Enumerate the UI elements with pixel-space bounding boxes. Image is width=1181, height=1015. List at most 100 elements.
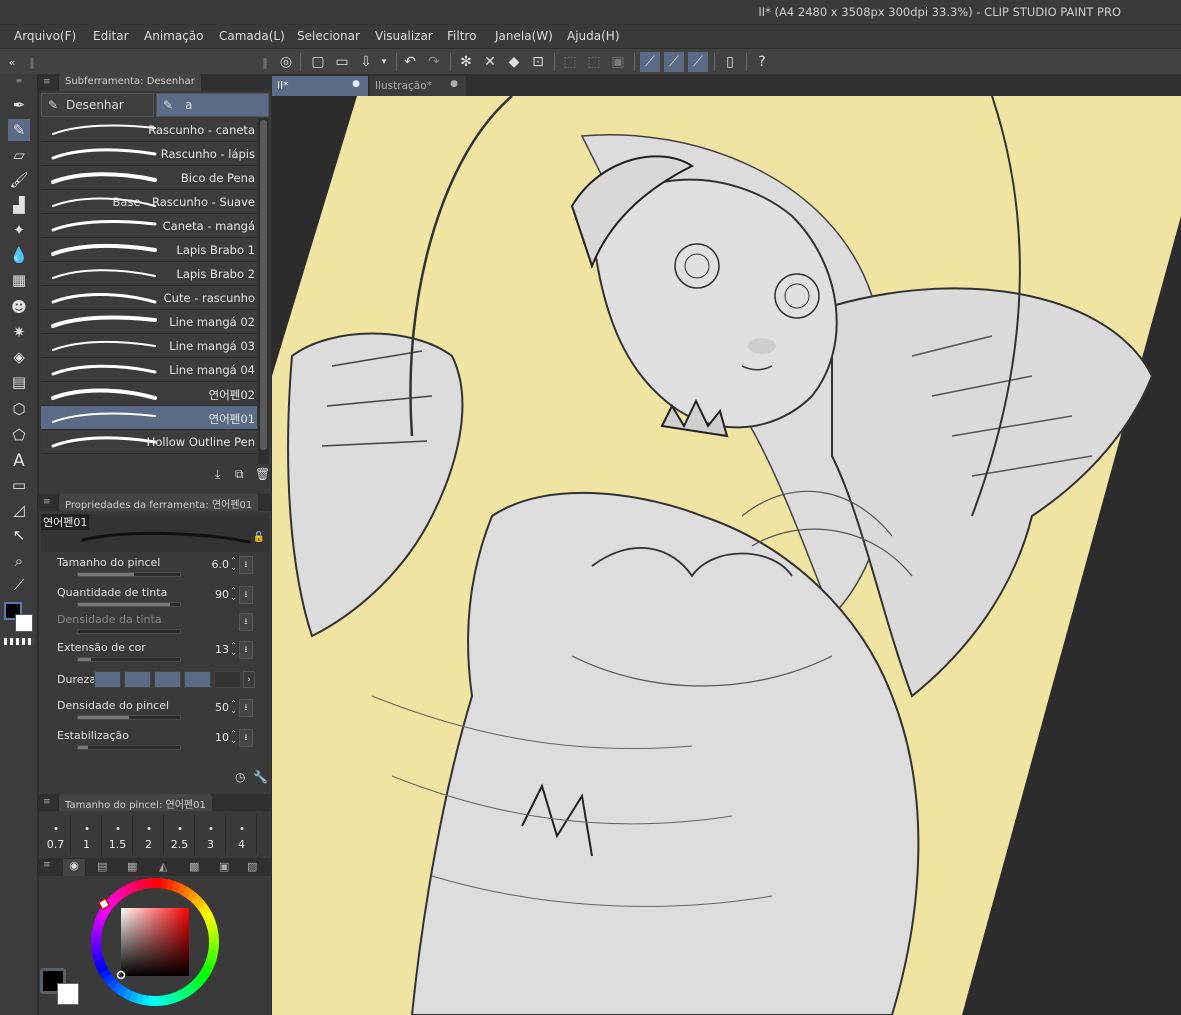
help-icon[interactable]: ? (752, 52, 772, 72)
color-wheel[interactable] (87, 878, 227, 1013)
3d-tool-icon[interactable]: ⬡ (8, 398, 30, 420)
sub-color-chip[interactable] (57, 983, 79, 1005)
hardness-step[interactable] (154, 671, 181, 688)
dynamics-button[interactable]: ⭳ (239, 586, 253, 604)
text-tool-icon[interactable]: A (8, 450, 30, 472)
property-slider[interactable] (77, 715, 181, 720)
menu-editar[interactable]: Editar (93, 29, 129, 43)
new-file-icon[interactable]: ▢ (308, 52, 328, 72)
property-slider[interactable] (77, 657, 181, 662)
auto-select-tool-icon[interactable]: ✷ (8, 321, 30, 343)
menu-selecionar[interactable]: Selecionar (297, 29, 360, 43)
brush-tool-icon[interactable]: 🖌 (8, 169, 30, 191)
blend-tool-icon[interactable]: 💧 (8, 244, 30, 266)
zoom-tool-icon[interactable]: ⌕ (8, 550, 30, 572)
brush-item[interactable]: Lapis Brabo 1 (41, 238, 257, 262)
property-slider[interactable] (77, 602, 181, 607)
brush-size-option[interactable]: 0.7 (41, 815, 71, 855)
brush-item[interactable]: Line mangá 04 (41, 358, 257, 382)
chevron-right-icon[interactable]: › (243, 671, 255, 688)
hardness-step[interactable] (124, 671, 151, 688)
tool-menu-icon[interactable]: ≡ (8, 74, 30, 86)
canvas-drawing[interactable] (272, 96, 1181, 1015)
save-icon[interactable]: ⇩ (356, 52, 376, 72)
brush-size-option[interactable]: 2 (134, 815, 164, 855)
spin-arrows-icon[interactable]: ⌃ ⌄ (230, 557, 237, 572)
document-tab-ilustracao[interactable]: Ilustração* ● (370, 76, 466, 96)
airbrush-tool-icon[interactable]: ▟ (8, 194, 30, 216)
transparent-color-icon[interactable] (4, 638, 34, 645)
brush-item[interactable]: Hollow Outline Pen (41, 430, 257, 454)
dynamics-button[interactable]: ⭳ (239, 613, 253, 631)
property-value[interactable]: 90 (215, 588, 229, 601)
panel-menu-icon[interactable]: ≡ (43, 860, 51, 870)
spin-arrows-icon[interactable]: ⌃ ⌄ (230, 642, 237, 657)
eyedropper-tool-icon[interactable]: ⟋ (8, 574, 30, 596)
hardness-step[interactable] (184, 671, 211, 688)
menu-camada[interactable]: Camada(L) (219, 29, 285, 43)
brush-item[interactable]: 연어펜02 (41, 382, 257, 406)
fill-icon[interactable]: ◆ (504, 52, 524, 72)
spin-arrows-icon[interactable]: ⌃ ⌄ (230, 700, 237, 715)
clear-icon[interactable]: ✕ (480, 52, 500, 72)
dynamics-button[interactable]: ⭳ (239, 729, 253, 747)
transform-icon[interactable]: ⊡ (528, 52, 548, 72)
spin-arrows-icon[interactable]: ⌃ ⌄ (230, 730, 237, 745)
panel-menu-icon[interactable]: ≡ (43, 497, 51, 507)
snap-grid-icon[interactable]: ⟋ (688, 52, 708, 72)
property-value[interactable]: 50 (215, 701, 229, 714)
mesh-tool-icon[interactable]: ▦ (8, 269, 30, 291)
undo-icon[interactable]: ↶ (400, 52, 420, 72)
document-tab-active[interactable]: II* ● (272, 76, 368, 96)
panel-menu-icon[interactable]: ≡ (43, 797, 51, 807)
menu-ajuda[interactable]: Ajuda(H) (567, 29, 620, 43)
figure-tool-icon[interactable]: ⬠ (8, 424, 30, 446)
sub-color-swatch[interactable] (15, 614, 33, 632)
brush-size-option[interactable]: 2.5 (165, 815, 195, 855)
menu-filtro[interactable]: Filtro (447, 29, 476, 43)
brush-item[interactable]: Lapis Brabo 2 (41, 262, 257, 286)
brush-item[interactable]: Cute - rascunho (41, 286, 257, 310)
loading-icon[interactable]: ✻ (456, 52, 476, 72)
brush-size-option[interactable]: 1 (72, 815, 102, 855)
object-tool-icon[interactable]: ↖ (8, 524, 30, 546)
brush-item[interactable]: Line mangá 02 (41, 310, 257, 334)
menu-arquivo[interactable]: Arquivo(F) (14, 29, 76, 43)
snap-special-ruler-icon[interactable]: ⟋ (664, 52, 684, 72)
frame-tool-icon[interactable]: ◿ (8, 499, 30, 521)
wrench-icon[interactable]: 🔧 (253, 770, 268, 784)
hardness-step[interactable] (94, 671, 121, 688)
deselect-icon[interactable]: ⬚ (560, 52, 580, 72)
property-value[interactable]: 10 (215, 731, 229, 744)
brush-item[interactable]: Rascunho - caneta (41, 118, 257, 142)
subtool-group-a[interactable]: ✎ a (156, 93, 269, 117)
approximate-color-tab-icon[interactable]: ▩ (189, 860, 199, 873)
color-slider-tab-icon[interactable]: ▤ (97, 860, 107, 873)
pencil-tool-icon[interactable]: ✎ (8, 119, 30, 141)
open-folder-icon[interactable]: ▭ (332, 52, 352, 72)
property-value[interactable]: 6.0 (212, 558, 230, 571)
color-history-tab-icon[interactable]: ▣ (219, 860, 229, 873)
balloon-tool-icon[interactable]: ▭ (8, 474, 30, 496)
clock-icon[interactable]: ◷ (235, 770, 245, 784)
pen-tool-icon[interactable]: ✒ (8, 94, 30, 116)
snap-ruler-icon[interactable]: ⟋ (640, 52, 660, 72)
gradient-tool-icon[interactable]: ▤ (8, 371, 30, 393)
property-slider[interactable] (77, 629, 181, 634)
brush-item[interactable]: Rascunho - lápis (41, 142, 257, 166)
dynamics-button[interactable]: ⭳ (239, 641, 253, 659)
delete-icon[interactable]: 🗑 (255, 467, 270, 481)
brush-size-option[interactable]: 3 (196, 815, 226, 855)
smartphone-icon[interactable]: ▯ (720, 52, 740, 72)
decoration-tool-icon[interactable]: ✦ (8, 219, 30, 241)
spin-arrows-icon[interactable]: ⌃ ⌄ (230, 587, 237, 602)
hardness-step[interactable] (214, 671, 241, 688)
subtool-group-desenhar[interactable]: ✎ Desenhar (41, 93, 154, 117)
eraser-tool-icon[interactable]: ▱ (8, 144, 30, 166)
color-wheel-tab-icon[interactable]: ◉ (63, 859, 85, 876)
duplicate-icon[interactable]: ⧉ (235, 467, 244, 482)
fill-tool-icon[interactable]: ◈ (8, 346, 30, 368)
close-dot-icon[interactable]: ● (450, 79, 458, 89)
property-slider[interactable] (77, 745, 181, 750)
dynamics-button[interactable]: ⭳ (239, 699, 253, 717)
